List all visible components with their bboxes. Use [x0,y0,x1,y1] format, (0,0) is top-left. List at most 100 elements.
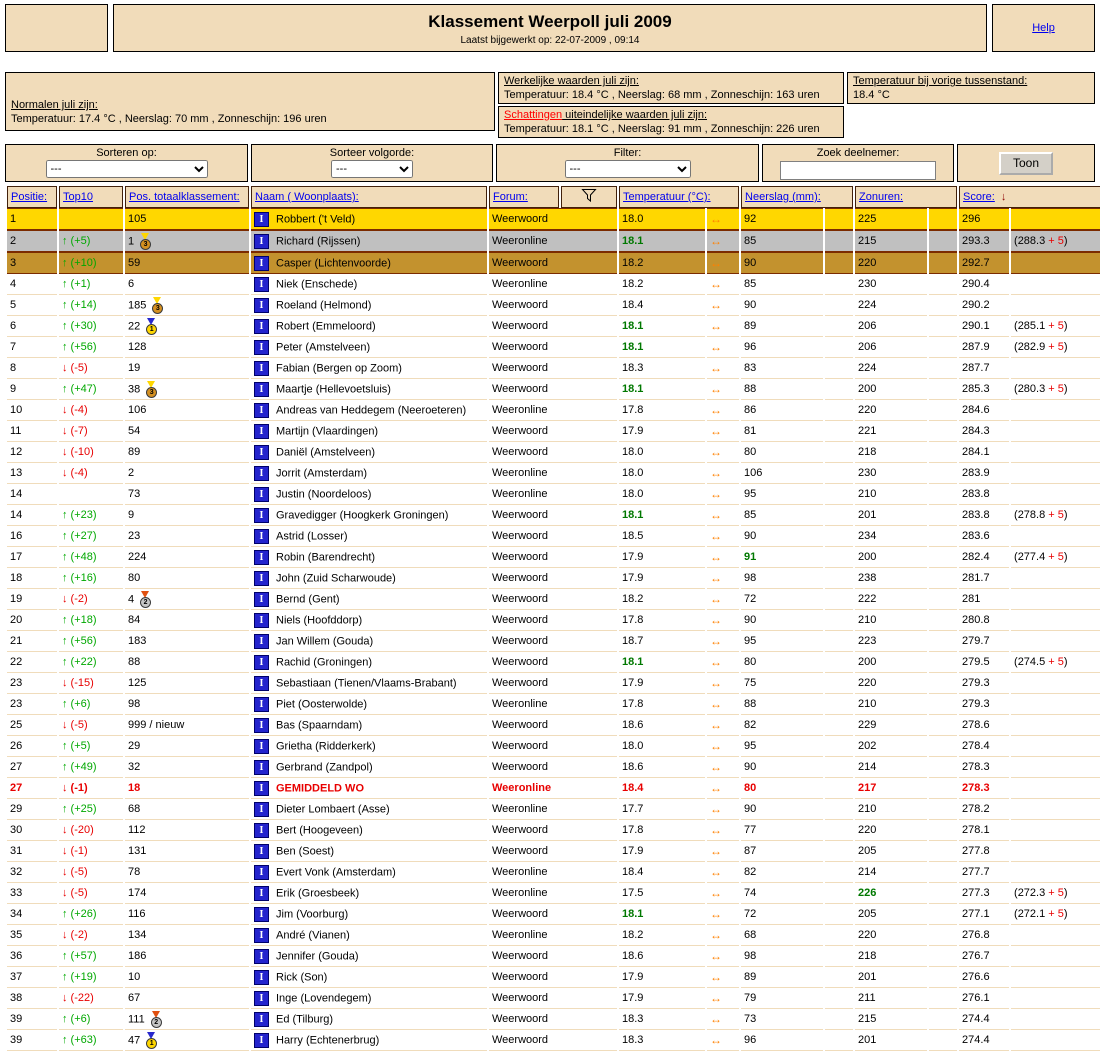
top10-sort-link[interactable]: Top10 [63,191,93,203]
zonuren-sort-link[interactable]: Zonuren: [859,191,903,203]
profile-icon[interactable]: I [254,319,269,334]
totaal-sort-link[interactable]: Pos. totaalklassement: [129,191,240,203]
filter-select[interactable]: --- [565,160,691,178]
temperature-cell: 18.1 [619,652,705,673]
temp-sort-link[interactable]: Temperatuur (°C): [623,191,711,203]
participant-name: Astrid (Losser) [276,530,348,542]
show-button[interactable]: Toon [999,152,1053,175]
score-breakdown-cell [1011,358,1100,379]
normalen-box: Normalen juli zijn: Temperatuur: 17.4 °C… [5,72,495,131]
profile-icon[interactable]: I [254,760,269,775]
zonuren-extra-cell [929,988,957,1009]
total-position-cell: 18 [125,778,249,799]
profile-icon[interactable]: I [254,340,269,355]
profile-icon[interactable]: I [254,487,269,502]
temp-change-icon: ↔ [707,967,739,988]
profile-icon[interactable]: I [254,508,269,523]
profile-icon[interactable]: I [254,697,269,712]
temp-change-icon: ↔ [707,589,739,610]
profile-icon[interactable]: I [254,424,269,439]
neerslag-cell: 74 [741,883,823,904]
profile-icon[interactable]: I [254,550,269,565]
neerslag-cell: 72 [741,904,823,925]
neerslag-extra-cell [825,715,853,736]
neerslag-extra-cell [825,652,853,673]
zonuren-extra-cell [929,1009,957,1030]
neerslag-extra-cell [825,631,853,652]
trend-change: (+6) [68,1013,91,1025]
profile-icon[interactable]: I [254,823,269,838]
profile-icon[interactable]: I [254,256,269,271]
profile-icon[interactable]: I [254,613,269,628]
neerslag-extra-cell [825,252,853,274]
profile-icon[interactable]: I [254,277,269,292]
temp-change-icon: ↔ [707,316,739,337]
table-row: 29 ↑ (+25) 68 IDieter Lombaert (Asse) We… [7,799,1100,820]
trend-change: (+27) [68,530,97,542]
order-select[interactable]: --- [331,160,413,178]
profile-icon[interactable]: I [254,886,269,901]
profile-icon[interactable]: I [254,234,269,249]
profile-icon[interactable]: I [254,781,269,796]
profile-icon[interactable]: I [254,718,269,733]
profile-icon[interactable]: I [254,1033,269,1048]
zonuren-extra-cell [929,904,957,925]
score-sort-link[interactable]: Score: [963,191,995,203]
sort-select[interactable]: --- [46,160,208,178]
profile-icon[interactable]: I [254,802,269,817]
position-cell: 1 [7,208,57,230]
forum-cell: Weeronline [489,463,617,484]
forum-cell: Weerwoord [489,421,617,442]
profile-icon[interactable]: I [254,382,269,397]
profile-icon[interactable]: I [254,403,269,418]
profile-icon[interactable]: I [254,571,269,586]
help-link[interactable]: Help [1032,22,1055,34]
neerslag-extra-cell [825,274,853,295]
profile-icon[interactable]: I [254,1012,269,1027]
profile-icon[interactable]: I [254,212,269,227]
temp-change-icon: ↔ [707,694,739,715]
profile-icon[interactable]: I [254,928,269,943]
profile-icon[interactable]: I [254,865,269,880]
neerslag-cell: 90 [741,757,823,778]
score-breakdown-cell: (280.3 + 5) [1011,379,1100,400]
name-cell: IAndreas van Heddegem (Neeroeteren) [251,400,487,421]
table-row: 36 ↑ (+57) 186 IJennifer (Gouda) Weerwoo… [7,946,1100,967]
zonuren-extra-cell [929,505,957,526]
profile-icon[interactable]: I [254,466,269,481]
profile-icon[interactable]: I [254,361,269,376]
positie-sort-link[interactable]: Positie: [11,191,47,203]
temperature-cell: 18.1 [619,904,705,925]
funnel-icon[interactable] [581,188,597,203]
neerslag-sort-link[interactable]: Neerslag (mm): [745,191,821,203]
profile-icon[interactable]: I [254,907,269,922]
profile-icon[interactable]: I [254,676,269,691]
profile-icon[interactable]: I [254,634,269,649]
participant-name: Jennifer (Gouda) [276,950,359,962]
top10-cell: ↑ (+57) [59,946,123,967]
profile-icon[interactable]: I [254,844,269,859]
forum-sort-link[interactable]: Forum: [493,191,528,203]
profile-icon[interactable]: I [254,655,269,670]
forum-cell: Weerwoord [489,295,617,316]
forum-cell: Weerwoord [489,904,617,925]
top10-cell: ↑ (+63) [59,1030,123,1051]
table-row: 30 ↓ (-20) 112 IBert (Hoogeveen) Weerwoo… [7,820,1100,841]
zonuren-cell: 215 [855,230,927,252]
neerslag-extra-cell [825,547,853,568]
participant-name: Jorrit (Amsterdam) [276,467,367,479]
profile-icon[interactable]: I [254,298,269,313]
profile-icon[interactable]: I [254,970,269,985]
naam-sort-link[interactable]: Naam ( Woonplaats): [255,191,359,203]
zonuren-cell: 220 [855,820,927,841]
schattingen-link[interactable]: Schattingen [504,109,562,121]
profile-icon[interactable]: I [254,991,269,1006]
neerslag-cell: 81 [741,421,823,442]
profile-icon[interactable]: I [254,949,269,964]
search-input[interactable] [780,161,936,180]
profile-icon[interactable]: I [254,529,269,544]
table-row: 12 ↓ (-10) 89 IDaniël (Amstelveen) Weerw… [7,442,1100,463]
profile-icon[interactable]: I [254,739,269,754]
profile-icon[interactable]: I [254,445,269,460]
profile-icon[interactable]: I [254,592,269,607]
